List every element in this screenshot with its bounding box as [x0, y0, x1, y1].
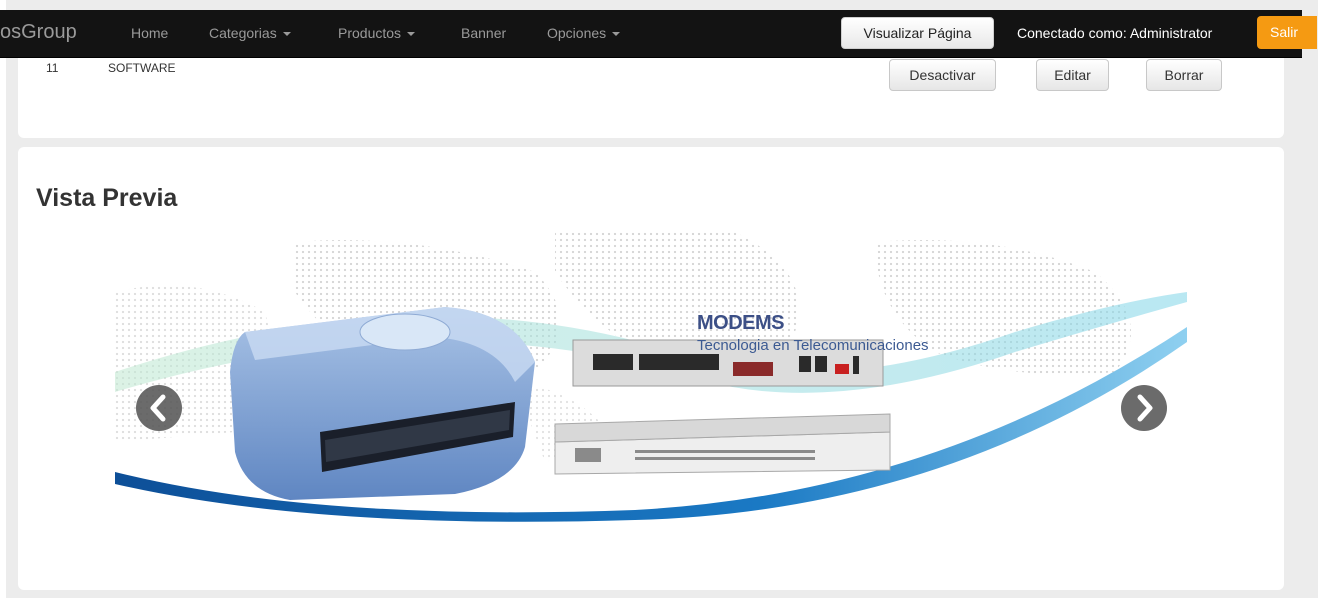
brand-logo[interactable]: osGroup: [0, 21, 77, 44]
nav-productos[interactable]: Productos: [338, 25, 416, 41]
banner-subheading: Tecnologia en Telecomunicaciones: [697, 337, 929, 354]
top-navbar: osGroup Home Categorias Productos Banner…: [0, 10, 1317, 58]
nav-banner[interactable]: Banner: [461, 25, 506, 41]
banner-heading: MODEMS: [697, 312, 785, 334]
delete-button[interactable]: Borrar: [1146, 59, 1222, 91]
caret-down-icon: [612, 32, 621, 37]
caret-down-icon: [282, 32, 291, 37]
carousel-next-button[interactable]: [1121, 385, 1167, 431]
logout-button[interactable]: Salir: [1257, 16, 1317, 49]
banner-carousel: MODEMS Tecnologia en Telecomunicaciones: [115, 232, 1187, 532]
nav-home[interactable]: Home: [131, 25, 168, 41]
deactivate-button[interactable]: Desactivar: [889, 59, 996, 91]
category-name-cell: SOFTWARE: [108, 61, 176, 75]
caret-down-icon: [407, 32, 416, 37]
carousel-prev-button[interactable]: [136, 385, 182, 431]
preview-title: Vista Previa: [36, 184, 178, 212]
category-id-cell: 11: [46, 61, 59, 75]
chevron-right-icon: [1137, 394, 1153, 422]
chevron-left-icon: [150, 394, 166, 422]
nav-categorias[interactable]: Categorias: [209, 25, 291, 41]
nav-opciones[interactable]: Opciones: [547, 25, 621, 41]
view-page-button[interactable]: Visualizar Página: [841, 17, 994, 49]
logged-in-user-text: Conectado como: Administrator: [1017, 25, 1213, 41]
page-edge: [0, 0, 6, 598]
banner-image: [115, 232, 1187, 532]
edit-button[interactable]: Editar: [1036, 59, 1109, 91]
